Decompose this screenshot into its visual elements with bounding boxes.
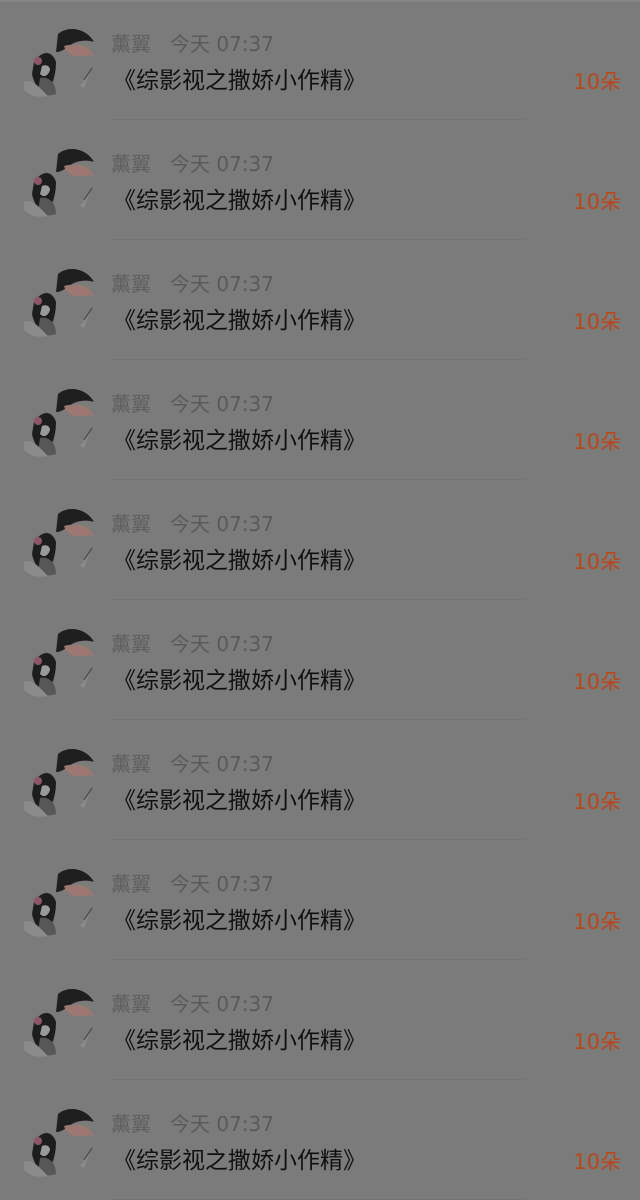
anime-girl-avatar-icon[interactable] [22, 22, 98, 102]
timestamp: 今天 07:37 [170, 632, 274, 656]
book-title[interactable]: 《综影视之撒娇小作精》 [113, 544, 366, 578]
reward-amount: 10朵 [573, 70, 621, 94]
username[interactable]: 薰翼 [111, 750, 151, 778]
timestamp: 今天 07:37 [170, 992, 274, 1016]
reward-amount: 10朵 [573, 310, 621, 334]
username[interactable]: 薰翼 [111, 990, 151, 1018]
book-title[interactable]: 《综影视之撒娇小作精》 [113, 424, 366, 458]
timestamp: 今天 07:37 [170, 512, 274, 536]
reward-amount: 10朵 [573, 430, 621, 454]
username[interactable]: 薰翼 [111, 270, 151, 298]
reward-row[interactable]: 薰翼 今天 07:37 《综影视之撒娇小作精》 10朵 [0, 120, 640, 240]
anime-girl-avatar-icon[interactable] [22, 982, 98, 1062]
timestamp: 今天 07:37 [170, 32, 274, 56]
timestamp: 今天 07:37 [170, 872, 274, 896]
reward-row[interactable]: 薰翼 今天 07:37 《综影视之撒娇小作精》 10朵 [0, 720, 640, 840]
timestamp: 今天 07:37 [170, 392, 274, 416]
username[interactable]: 薰翼 [111, 870, 151, 898]
anime-girl-avatar-icon[interactable] [22, 382, 98, 462]
username[interactable]: 薰翼 [111, 630, 151, 658]
reward-amount: 10朵 [573, 790, 621, 814]
username[interactable]: 薰翼 [111, 390, 151, 418]
username[interactable]: 薰翼 [111, 1110, 151, 1138]
reward-amount: 10朵 [573, 190, 621, 214]
reward-row[interactable]: 薰翼 今天 07:37 《综影视之撒娇小作精》 10朵 [0, 240, 640, 360]
reward-amount: 10朵 [573, 1030, 621, 1054]
timestamp: 今天 07:37 [170, 1112, 274, 1136]
timestamp: 今天 07:37 [170, 152, 274, 176]
anime-girl-avatar-icon[interactable] [22, 1102, 98, 1182]
reward-amount: 10朵 [573, 1150, 621, 1174]
reward-row[interactable]: 薰翼 今天 07:37 《综影视之撒娇小作精》 10朵 [0, 0, 640, 120]
reward-amount: 10朵 [573, 550, 621, 574]
reward-list: 薰翼 今天 07:37 《综影视之撒娇小作精》 10朵 薰翼 今天 07:37 … [0, 0, 640, 1200]
book-title[interactable]: 《综影视之撒娇小作精》 [113, 1144, 366, 1178]
anime-girl-avatar-icon[interactable] [22, 622, 98, 702]
timestamp: 今天 07:37 [170, 272, 274, 296]
username[interactable]: 薰翼 [111, 510, 151, 538]
reward-row[interactable]: 薰翼 今天 07:37 《综影视之撒娇小作精》 10朵 [0, 960, 640, 1080]
book-title[interactable]: 《综影视之撒娇小作精》 [113, 184, 366, 218]
reward-row[interactable]: 薰翼 今天 07:37 《综影视之撒娇小作精》 10朵 [0, 480, 640, 600]
anime-girl-avatar-icon[interactable] [22, 742, 98, 822]
book-title[interactable]: 《综影视之撒娇小作精》 [113, 304, 366, 338]
anime-girl-avatar-icon[interactable] [22, 262, 98, 342]
reward-row[interactable]: 薰翼 今天 07:37 《综影视之撒娇小作精》 10朵 [0, 600, 640, 720]
book-title[interactable]: 《综影视之撒娇小作精》 [113, 1024, 366, 1058]
username[interactable]: 薰翼 [111, 30, 151, 58]
reward-amount: 10朵 [573, 910, 621, 934]
anime-girl-avatar-icon[interactable] [22, 142, 98, 222]
anime-girl-avatar-icon[interactable] [22, 502, 98, 582]
reward-row[interactable]: 薰翼 今天 07:37 《综影视之撒娇小作精》 10朵 [0, 1080, 640, 1200]
book-title[interactable]: 《综影视之撒娇小作精》 [113, 664, 366, 698]
reward-row[interactable]: 薰翼 今天 07:37 《综影视之撒娇小作精》 10朵 [0, 360, 640, 480]
timestamp: 今天 07:37 [170, 752, 274, 776]
reward-amount: 10朵 [573, 670, 621, 694]
book-title[interactable]: 《综影视之撒娇小作精》 [113, 904, 366, 938]
username[interactable]: 薰翼 [111, 150, 151, 178]
anime-girl-avatar-icon[interactable] [22, 862, 98, 942]
reward-row[interactable]: 薰翼 今天 07:37 《综影视之撒娇小作精》 10朵 [0, 840, 640, 960]
book-title[interactable]: 《综影视之撒娇小作精》 [113, 784, 366, 818]
book-title[interactable]: 《综影视之撒娇小作精》 [113, 64, 366, 98]
